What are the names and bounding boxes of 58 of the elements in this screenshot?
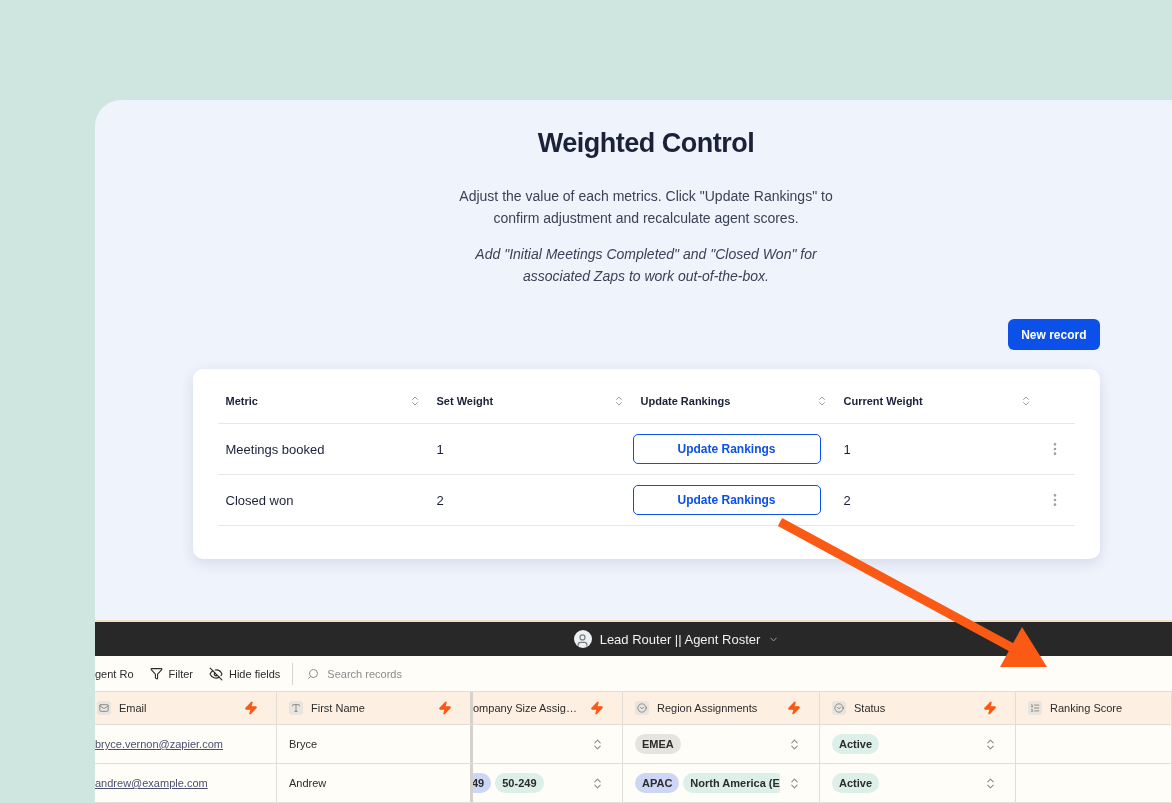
- hide-fields-button[interactable]: Hide fields: [201, 660, 289, 687]
- table-cell-text: 2: [842, 492, 852, 508]
- column-header: ompany Size Assig…: [473, 702, 578, 714]
- mail-icon: [99, 703, 109, 713]
- column-header: Status: [854, 702, 887, 714]
- select-chevron-icon[interactable]: [984, 737, 997, 751]
- select-chevron-icon[interactable]: [788, 737, 801, 751]
- note-text: Add "Initial Meetings Completed" and "Closed Won" for associated Zaps to work out-of-the-box.: [474, 245, 818, 286]
- column-header: Metric: [225, 395, 258, 407]
- tag: North America (E: [683, 773, 780, 793]
- tag: Active: [832, 773, 880, 793]
- select-chevron-icon[interactable]: [788, 776, 801, 790]
- text-type-icon: [291, 703, 301, 713]
- dropdown-icon: [834, 703, 844, 713]
- filter-button[interactable]: Filter: [141, 660, 201, 687]
- tag: EMEA: [635, 734, 681, 754]
- tag: 49: [473, 773, 492, 793]
- tag: 50-249: [495, 773, 544, 793]
- lightning-icon: [590, 701, 604, 715]
- update-rankings-button[interactable]: Update Rankings: [632, 485, 821, 515]
- tag: Active: [832, 734, 880, 754]
- email-link[interactable]: andrew@example.com: [95, 777, 208, 789]
- table-cell-text: Closed won: [224, 492, 295, 508]
- column-header: Ranking Score: [1050, 702, 1124, 714]
- column-header: Current Weight: [843, 395, 923, 407]
- filter-icon: [149, 667, 163, 680]
- lightning-icon: [244, 701, 258, 715]
- description-text: Adjust the value of each metrics. Click "Update Rankings" to confirm adjustment and recalculate agent scores.: [458, 187, 834, 228]
- select-chevron-icon[interactable]: [984, 776, 997, 790]
- view-tab[interactable]: gent Ro: [87, 660, 142, 687]
- column-header: Set Weight: [436, 395, 494, 407]
- column-header: Update Rankings: [640, 395, 731, 407]
- email-link[interactable]: bryce.vernon@zapier.com: [95, 738, 223, 750]
- lightning-icon: [983, 701, 997, 715]
- dropdown-icon: [637, 703, 647, 713]
- lightning-icon: [438, 701, 452, 715]
- column-header: First Name: [311, 702, 366, 714]
- window-title: Lead Router || Agent Roster: [599, 631, 761, 647]
- table-cell-text: Meetings booked: [224, 441, 326, 457]
- table-cell-text: 1: [842, 441, 852, 457]
- avatar-icon: [573, 630, 592, 648]
- select-chevron-icon[interactable]: [591, 776, 604, 790]
- table-cell-text: 1: [435, 441, 445, 457]
- search-field[interactable]: Search records: [325, 666, 480, 681]
- column-header: Region Assignments: [657, 702, 759, 714]
- eye-off-icon: [209, 666, 223, 681]
- table-cell: Bryce: [289, 738, 318, 750]
- column-header: Email: [119, 702, 148, 714]
- table-cell: Andrew: [289, 777, 327, 789]
- tag: APAC: [635, 773, 680, 793]
- table-cell-text: 2: [435, 492, 445, 508]
- numbered-list-icon: [1030, 703, 1040, 713]
- search-icon: [307, 667, 320, 680]
- new-record-button[interactable]: New record: [1008, 319, 1100, 350]
- page-title: Weighted Control: [537, 128, 755, 159]
- update-rankings-button[interactable]: Update Rankings: [632, 434, 821, 464]
- lightning-icon: [787, 701, 801, 715]
- select-chevron-icon[interactable]: [591, 737, 604, 751]
